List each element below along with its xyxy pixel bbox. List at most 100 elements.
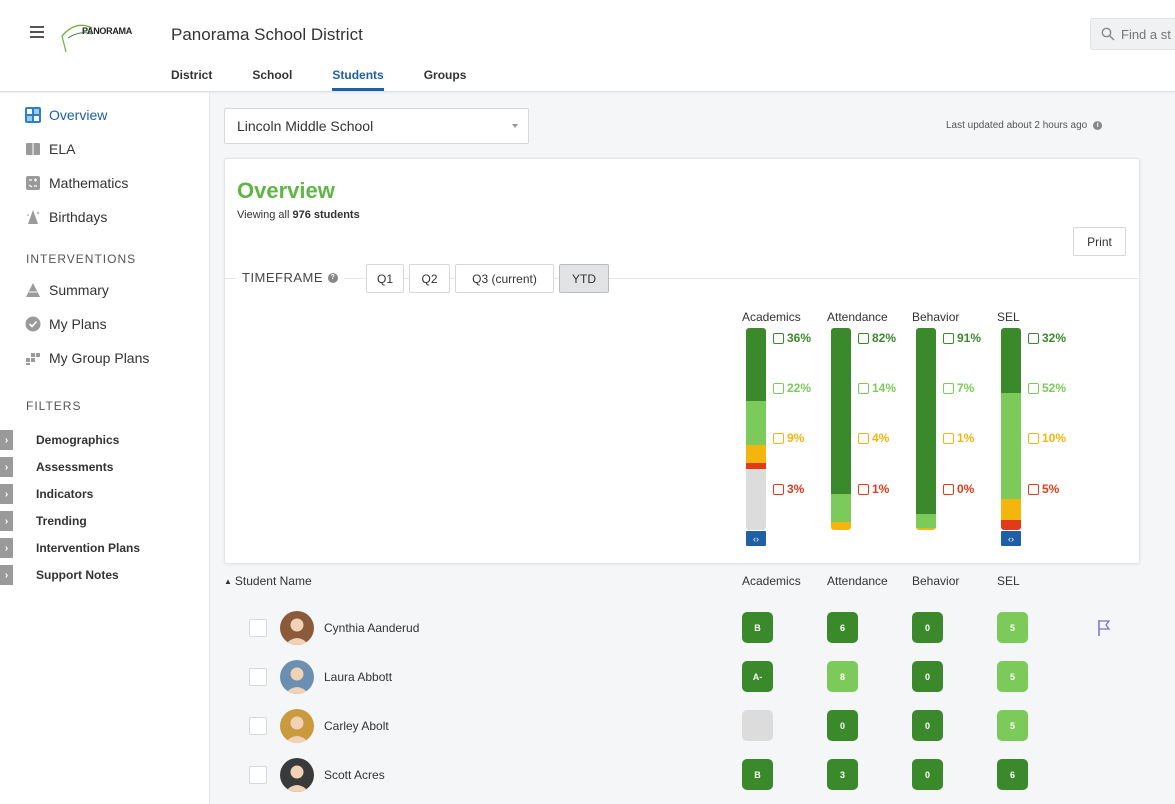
score-pill-sel[interactable]: 5 [997, 710, 1028, 741]
score-pill-sel[interactable]: 5 [997, 661, 1028, 692]
panorama-logo[interactable]: PANORAMA [58, 16, 148, 54]
bar-segment [916, 328, 936, 514]
score-pill-academics[interactable]: A- [742, 661, 773, 692]
distribution-filter-academics-0[interactable]: 36% [773, 331, 811, 345]
sidebar-item-overview[interactable]: Overview [25, 107, 107, 123]
student-name-link[interactable]: Scott Acres [324, 768, 385, 782]
distribution-filter-behavior-1[interactable]: 7% [943, 381, 974, 395]
filter-label: Support Notes [36, 568, 119, 582]
sidebar-item-ela[interactable]: ELA [25, 141, 75, 157]
search-input[interactable] [1121, 26, 1175, 42]
filter-label: Demographics [36, 433, 120, 447]
sort-student-name[interactable]: ▲ Student Name [224, 574, 312, 588]
student-name-link[interactable]: Laura Abbott [324, 670, 392, 684]
timeframe-q2[interactable]: Q2 [409, 264, 450, 293]
checkbox-icon [858, 483, 869, 495]
distribution-bar-attendance[interactable] [831, 328, 851, 530]
avatar[interactable] [280, 611, 314, 645]
score-pill-sel[interactable]: 6 [997, 759, 1028, 790]
score-pill-attendance[interactable]: 0 [827, 710, 858, 741]
score-pill-attendance[interactable]: 3 [827, 759, 858, 790]
score-pill-behavior[interactable]: 0 [912, 661, 943, 692]
checkbox-icon [943, 432, 954, 444]
expand-code-icon[interactable]: ‹› [1001, 531, 1021, 546]
distribution-label-attendance: Attendance [827, 310, 888, 324]
flag-icon[interactable] [1097, 619, 1111, 637]
sidebar-item-summary[interactable]: Summary [25, 282, 109, 298]
distribution-filter-sel-0[interactable]: 32% [1028, 331, 1066, 345]
tab-students[interactable]: Students [332, 68, 384, 91]
score-pill-attendance[interactable]: 8 [827, 661, 858, 692]
interventions-header: INTERVENTIONS [26, 252, 137, 266]
filter-assessments[interactable]: › Assessments [0, 457, 113, 477]
distribution-filter-sel-1[interactable]: 52% [1028, 381, 1066, 395]
timeframe-q1[interactable]: Q1 [366, 264, 404, 293]
tab-groups[interactable]: Groups [424, 68, 467, 91]
row-checkbox[interactable] [249, 717, 267, 735]
distribution-filter-behavior-2[interactable]: 1% [943, 431, 974, 445]
hamburger-menu-icon[interactable] [30, 26, 44, 38]
score-pill-academics[interactable]: B [742, 759, 773, 790]
distribution-filter-academics-2[interactable]: 9% [773, 431, 804, 445]
score-pill-behavior[interactable]: 0 [912, 612, 943, 643]
expand-code-icon[interactable]: ‹› [746, 531, 766, 546]
column-header-sel[interactable]: SEL [997, 574, 1020, 588]
tab-school[interactable]: School [252, 68, 292, 91]
score-pill-sel[interactable]: 5 [997, 612, 1028, 643]
distribution-filter-sel-3[interactable]: 5% [1028, 482, 1059, 496]
print-button[interactable]: Print [1073, 227, 1126, 256]
sidebar-item-label: Mathematics [49, 175, 129, 191]
distribution-filter-sel-2[interactable]: 10% [1028, 431, 1066, 445]
sidebar-item-birthdays[interactable]: Birthdays [25, 209, 107, 225]
filter-indicators[interactable]: › Indicators [0, 484, 93, 504]
filter-demographics[interactable]: › Demographics [0, 430, 119, 450]
top-header: PANORAMA Panorama School District Distri… [0, 0, 1175, 92]
distribution-filter-academics-1[interactable]: 22% [773, 381, 811, 395]
student-search[interactable] [1090, 18, 1175, 50]
avatar[interactable] [280, 758, 314, 792]
distribution-filter-behavior-0[interactable]: 91% [943, 331, 981, 345]
sidebar-item-my-group-plans[interactable]: My Group Plans [25, 350, 149, 366]
distribution-bar-sel[interactable] [1001, 328, 1021, 530]
distribution-filter-behavior-3[interactable]: 0% [943, 482, 974, 496]
student-name-link[interactable]: Cynthia Aanderud [324, 621, 419, 635]
sidebar-item-mathematics[interactable]: Mathematics [25, 175, 128, 191]
student-name-link[interactable]: Carley Abolt [324, 719, 389, 733]
bar-segment [1001, 393, 1021, 500]
distribution-bar-academics[interactable] [746, 328, 766, 530]
school-select[interactable]: Lincoln Middle School [224, 108, 529, 144]
avatar[interactable] [280, 709, 314, 743]
distribution-filter-attendance-0[interactable]: 82% [858, 331, 896, 345]
score-pill-behavior[interactable]: 0 [912, 759, 943, 790]
filter-trending[interactable]: › Trending [0, 511, 87, 531]
timeframe-ytd[interactable]: YTD [559, 264, 609, 293]
bar-segment [831, 521, 851, 530]
column-header-academics[interactable]: Academics [742, 574, 801, 588]
row-checkbox[interactable] [249, 619, 267, 637]
sidebar-item-my-plans[interactable]: My Plans [25, 316, 107, 332]
distribution-filter-attendance-2[interactable]: 4% [858, 431, 889, 445]
score-pill-attendance[interactable]: 6 [827, 612, 858, 643]
info-icon[interactable]: i [1093, 121, 1103, 130]
row-checkbox[interactable] [249, 766, 267, 784]
avatar[interactable] [280, 660, 314, 694]
column-header-attendance[interactable]: Attendance [827, 574, 888, 588]
tab-district[interactable]: District [171, 68, 212, 91]
timeframe-help-icon[interactable]: ? [328, 272, 339, 283]
checkbox-icon [1028, 382, 1039, 394]
distribution-bar-behavior[interactable] [916, 328, 936, 530]
distribution-filter-attendance-1[interactable]: 14% [858, 381, 896, 395]
column-header-behavior[interactable]: Behavior [912, 574, 959, 588]
filter-intervention-plans[interactable]: › Intervention Plans [0, 538, 140, 558]
score-pill-academics[interactable] [742, 710, 773, 741]
score-pill-behavior[interactable]: 0 [912, 710, 943, 741]
checkbox-icon [773, 432, 784, 444]
filter-support-notes[interactable]: › Support Notes [0, 565, 119, 585]
score-pill-academics[interactable]: B [742, 612, 773, 643]
timeframe-q3[interactable]: Q3 (current) [455, 264, 554, 293]
logo-text: PANORAMA [82, 26, 132, 36]
checkbox-icon [858, 432, 869, 444]
row-checkbox[interactable] [249, 668, 267, 686]
distribution-filter-academics-3[interactable]: 3% [773, 482, 804, 496]
distribution-filter-attendance-3[interactable]: 1% [858, 482, 889, 496]
